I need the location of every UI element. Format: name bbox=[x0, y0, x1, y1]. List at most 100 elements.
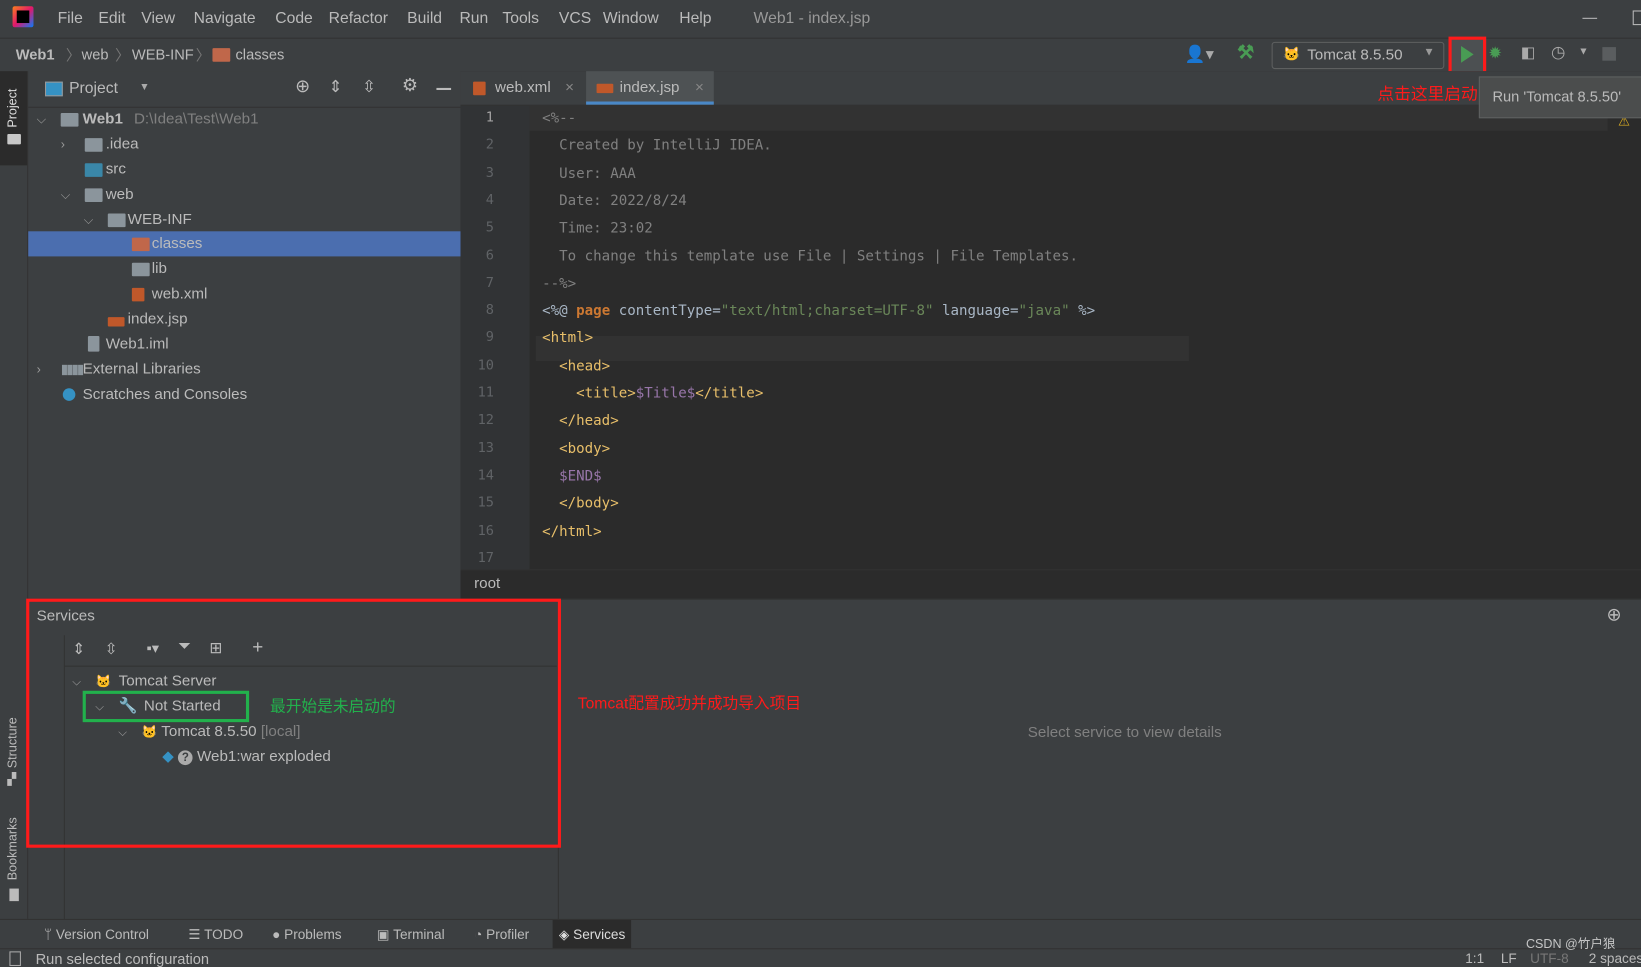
tool-window-bar: ᛘ Version Control ☰ TODO ● Problems ▣ Te… bbox=[0, 918, 1641, 950]
run-configuration-dropdown[interactable]: 🐱 Tomcat 8.5.50 ▼ bbox=[1271, 41, 1445, 70]
tree-item-label: lib bbox=[151, 260, 167, 278]
project-view-icon bbox=[45, 81, 63, 97]
folder-icon bbox=[212, 48, 231, 62]
close-icon[interactable]: × bbox=[565, 71, 574, 104]
menu-refactor[interactable]: Refactor bbox=[329, 9, 388, 27]
close-icon[interactable]: × bbox=[695, 71, 704, 104]
tab-web-xml[interactable]: web.xml × bbox=[461, 71, 584, 104]
tree-item-web-inf[interactable]: ⌵ WEB-INF bbox=[28, 207, 460, 232]
collapse-all-icon[interactable]: ⇳ bbox=[362, 76, 376, 97]
gear-icon[interactable]: ⚙ bbox=[402, 75, 418, 96]
tree-item-classes[interactable]: classes bbox=[28, 231, 461, 257]
maximize-icon[interactable] bbox=[1632, 10, 1641, 26]
chevron-down-icon: ▼ bbox=[1423, 46, 1435, 59]
terminal-icon: ▣ bbox=[376, 926, 394, 942]
file-encoding[interactable]: UTF-8 bbox=[1530, 950, 1569, 966]
breadcrumb-web-inf[interactable]: WEB-INF bbox=[132, 46, 194, 63]
tool-tab-services[interactable]: ◈ Services bbox=[552, 919, 632, 950]
hide-panel-icon[interactable] bbox=[436, 87, 452, 91]
tree-item-index-jsp[interactable]: index.jsp bbox=[28, 307, 460, 332]
tool-tab-version-control[interactable]: ᛘ Version Control bbox=[38, 920, 156, 949]
tool-tab-todo[interactable]: ☰ TODO bbox=[182, 920, 249, 949]
menu-vcs[interactable]: VCS bbox=[559, 9, 591, 27]
line-number: 7 bbox=[485, 275, 494, 291]
expand-all-icon[interactable]: ⇕ bbox=[329, 76, 343, 97]
more-run-options-icon[interactable]: ▼ bbox=[1578, 46, 1588, 58]
locate-target-icon[interactable]: ⊕ bbox=[1607, 605, 1622, 626]
annotation-not-started-box bbox=[82, 690, 250, 723]
project-view-selector[interactable]: Project bbox=[69, 80, 118, 98]
menu-build[interactable]: Build bbox=[407, 9, 442, 27]
directive-highlight bbox=[535, 335, 1189, 362]
tree-item-scratches[interactable]: Scratches and Consoles bbox=[28, 382, 460, 407]
current-line-highlight bbox=[529, 105, 1608, 131]
tool-tab-terminal[interactable]: ▣ Terminal bbox=[370, 920, 450, 949]
run-with-coverage-icon[interactable]: ◧ bbox=[1521, 43, 1536, 62]
chevron-down-icon[interactable]: ▼ bbox=[139, 82, 149, 94]
line-number: 2 bbox=[485, 137, 494, 154]
breadcrumb-web1[interactable]: Web1 bbox=[16, 46, 55, 63]
menu-code[interactable]: Code bbox=[275, 9, 313, 27]
layout-toggle-icon[interactable] bbox=[9, 951, 21, 967]
user-icon[interactable]: 👤▾ bbox=[1185, 44, 1214, 65]
tree-item-lib[interactable]: lib bbox=[28, 256, 460, 281]
menu-file[interactable]: File bbox=[58, 9, 83, 27]
annotation-success-hint: Tomcat配置成功并成功导入项目 bbox=[577, 694, 802, 713]
menu-navigate[interactable]: Navigate bbox=[194, 9, 256, 27]
tree-item-external-libraries[interactable]: › ▮▮▮▮ External Libraries bbox=[28, 357, 460, 382]
menu-edit[interactable]: Edit bbox=[98, 9, 125, 27]
code-area[interactable]: <%-- Created by IntelliJ IDEA. User: AAA… bbox=[529, 105, 1641, 573]
indent-setting[interactable]: 2 spaces bbox=[1589, 950, 1641, 966]
line-number: 17 bbox=[477, 550, 494, 566]
stop-icon[interactable] bbox=[1602, 47, 1616, 61]
menu-window[interactable]: Window bbox=[603, 9, 659, 27]
structure-tool-button[interactable]: Structure ▞ bbox=[0, 699, 27, 793]
editor-breadcrumb-bar: root bbox=[460, 569, 1641, 600]
annotation-run-hint: 点击这里启动 bbox=[1377, 85, 1478, 104]
tree-item-label: web.xml bbox=[151, 285, 208, 303]
tree-item-web[interactable]: ⌵ web bbox=[28, 182, 460, 207]
debug-bug-icon[interactable]: ✹ bbox=[1488, 43, 1502, 64]
tool-tab-label: Services bbox=[573, 926, 626, 942]
menu-view[interactable]: View bbox=[141, 9, 175, 27]
tree-item-web1[interactable]: ⌵ Web1 D:\Idea\Test\Web1 bbox=[28, 107, 460, 132]
tree-item-web1-iml[interactable]: Web1.iml bbox=[28, 332, 460, 357]
tool-tab-problems[interactable]: ● Problems bbox=[266, 920, 348, 949]
tab-index-jsp[interactable]: index.jsp × bbox=[586, 71, 714, 105]
locate-target-icon[interactable]: ⊕ bbox=[295, 76, 310, 97]
web-folder-icon bbox=[84, 188, 103, 202]
run-tooltip: Run 'Tomcat 8.5.50' bbox=[1478, 76, 1641, 119]
line-number: 8 bbox=[485, 302, 494, 319]
tool-tab-label: Problems bbox=[284, 926, 342, 942]
editor-breadcrumb-root[interactable]: root bbox=[474, 576, 500, 593]
line-separator[interactable]: LF bbox=[1501, 950, 1517, 966]
bookmark-icon bbox=[9, 888, 19, 902]
breadcrumb-classes[interactable]: classes bbox=[235, 46, 284, 63]
code-line: <html> bbox=[542, 329, 594, 347]
code-token: <title> bbox=[542, 385, 636, 402]
line-number: 15 bbox=[477, 495, 494, 511]
details-placeholder: Select service to view details bbox=[1027, 724, 1222, 741]
tree-item-src[interactable]: src bbox=[28, 157, 460, 182]
run-button[interactable] bbox=[1448, 36, 1487, 75]
tree-item-label: External Libraries bbox=[82, 361, 201, 378]
menu-run[interactable]: Run bbox=[459, 9, 488, 27]
menu-tools[interactable]: Tools bbox=[502, 9, 539, 27]
menu-help[interactable]: Help bbox=[679, 9, 711, 27]
breadcrumb-web[interactable]: web bbox=[82, 46, 109, 63]
line-number: 16 bbox=[477, 522, 494, 539]
project-tool-button[interactable]: Project bbox=[0, 71, 28, 166]
line-number: 10 bbox=[477, 357, 494, 374]
library-icon: ▮▮▮▮ bbox=[60, 361, 85, 377]
minimize-icon[interactable] bbox=[1582, 17, 1598, 19]
intellij-logo-icon[interactable] bbox=[12, 6, 34, 28]
tool-tab-profiler[interactable]: ◔ Profiler bbox=[468, 920, 536, 949]
profile-icon[interactable]: ◷ bbox=[1551, 42, 1566, 63]
tree-item-web-xml[interactable]: web.xml bbox=[28, 282, 460, 307]
bookmarks-tool-button[interactable]: Bookmarks bbox=[0, 809, 27, 903]
tree-item-idea[interactable]: › .idea bbox=[28, 132, 460, 157]
tree-item-label: .idea bbox=[105, 136, 139, 153]
caret-position[interactable]: 1:1 bbox=[1465, 950, 1484, 966]
build-hammer-icon[interactable]: ⚒ bbox=[1237, 42, 1254, 64]
code-token: <%@ bbox=[542, 302, 577, 320]
